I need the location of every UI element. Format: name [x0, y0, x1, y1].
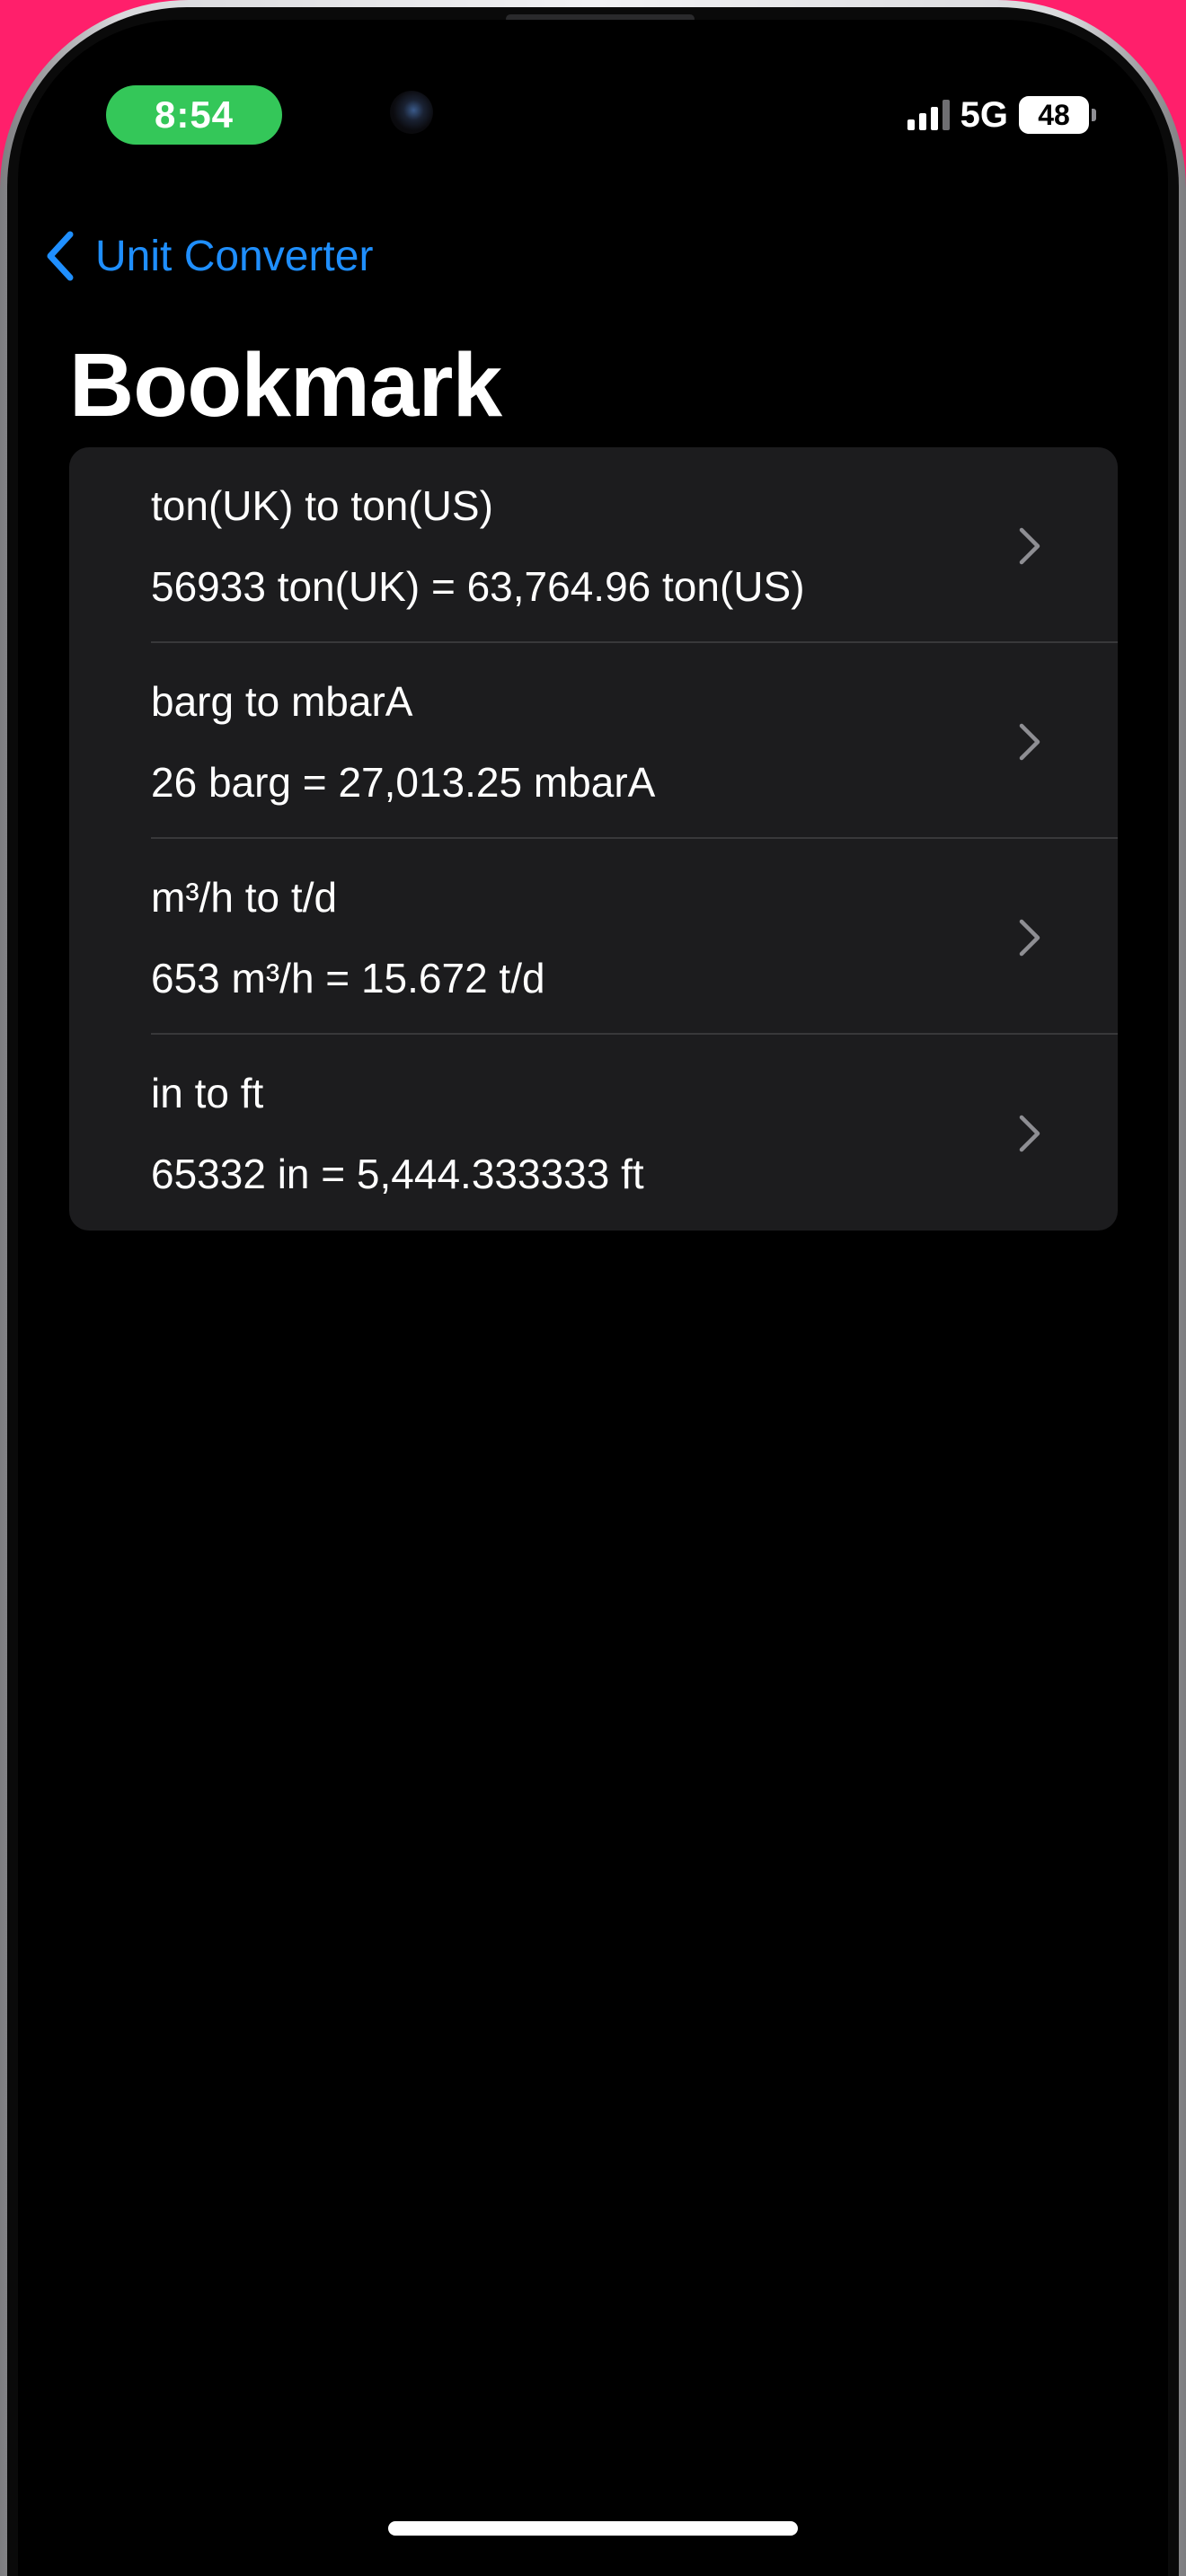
bookmark-result: 65332 in = 5,444.333333 ft — [151, 1151, 644, 1197]
bookmark-list: ton(UK) to ton(US) 56933 ton(UK) = 63,76… — [69, 447, 1118, 1231]
bookmark-title: ton(UK) to ton(US) — [151, 482, 493, 529]
bookmark-result: 26 barg = 27,013.25 mbarA — [151, 759, 656, 806]
bookmark-result: 56933 ton(UK) = 63,764.96 ton(US) — [151, 563, 805, 610]
page-title: Bookmark — [69, 335, 502, 436]
chevron-right-icon — [1019, 919, 1040, 957]
chevron-right-icon — [1019, 527, 1040, 565]
bookmark-title: barg to mbarA — [151, 678, 413, 725]
bookmark-item[interactable]: barg to mbarA 26 barg = 27,013.25 mbarA — [69, 643, 1118, 839]
network-type: 5G — [960, 94, 1008, 135]
status-time[interactable]: 8:54 — [106, 85, 282, 145]
battery-icon: 48 — [1019, 96, 1096, 134]
back-button[interactable]: Unit Converter — [45, 231, 373, 281]
bookmark-item[interactable]: m³/h to t/d 653 m³/h = 15.672 t/d — [69, 839, 1118, 1035]
bookmark-title: m³/h to t/d — [151, 874, 338, 921]
screen: 8:54 5G 48 Unit Converter Bookmark ton(U… — [18, 20, 1168, 2576]
chevron-left-icon — [47, 231, 74, 281]
bookmark-item[interactable]: ton(UK) to ton(US) 56933 ton(UK) = 63,76… — [69, 447, 1118, 643]
cellular-signal-icon — [907, 100, 950, 130]
chevron-right-icon — [1019, 1115, 1040, 1152]
back-button-label: Unit Converter — [95, 232, 374, 280]
bookmark-title: in to ft — [151, 1070, 264, 1116]
bookmark-result: 653 m³/h = 15.672 t/d — [151, 955, 545, 1001]
bookmark-item[interactable]: in to ft 65332 in = 5,444.333333 ft — [69, 1035, 1118, 1231]
status-indicators: 5G 48 — [907, 92, 1096, 138]
battery-level: 48 — [1019, 96, 1089, 134]
home-indicator[interactable] — [388, 2521, 798, 2536]
chevron-right-icon — [1019, 723, 1040, 761]
front-camera — [390, 91, 433, 134]
